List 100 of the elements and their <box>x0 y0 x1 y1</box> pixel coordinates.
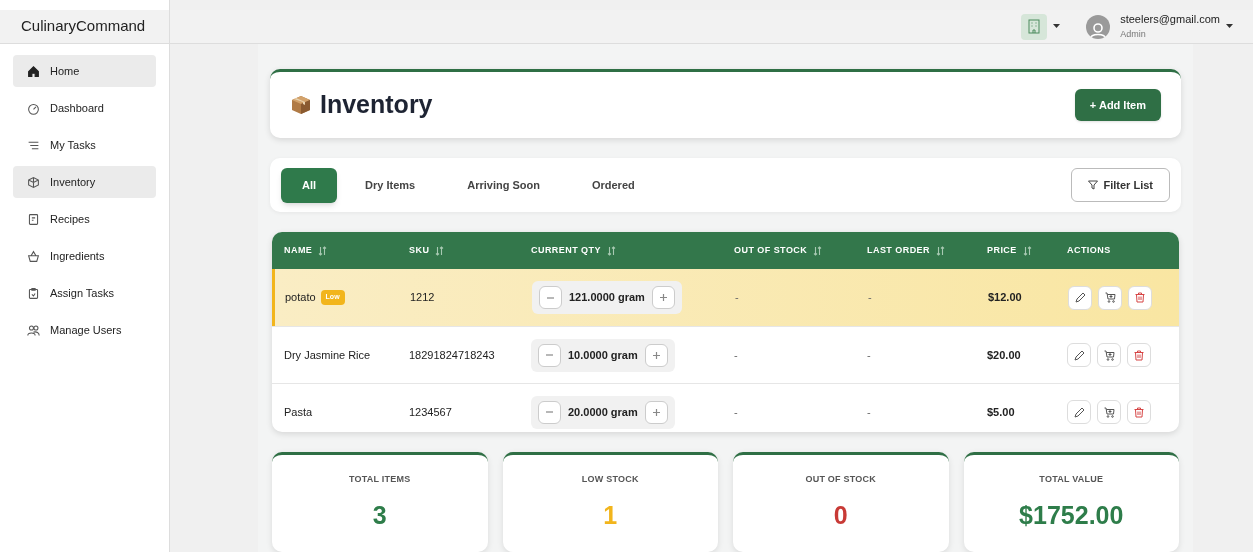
column-header: NAME <box>284 243 313 257</box>
user-role: Admin <box>1120 28 1147 40</box>
page-title: Inventory <box>320 89 433 121</box>
edit-button[interactable] <box>1068 285 1092 310</box>
trash-icon <box>1134 406 1144 418</box>
edit-button[interactable] <box>1067 343 1091 368</box>
table-cell-text: Dry Jasmine Rice <box>284 347 371 363</box>
sidebar-item[interactable]: Recipes <box>13 203 156 235</box>
cart-icon <box>1104 292 1116 304</box>
table-cell-text: $5.00 <box>987 404 1016 420</box>
order-button[interactable] <box>1097 400 1121 425</box>
delete-button[interactable] <box>1128 285 1152 310</box>
users-icon <box>27 323 40 337</box>
home-icon <box>27 64 40 78</box>
quantity-value: 20.0000 gram <box>568 404 638 420</box>
edit-button[interactable] <box>1067 400 1091 425</box>
quantity-value: 121.0000 gram <box>569 290 645 306</box>
building-button[interactable] <box>1021 13 1048 40</box>
sort-icon[interactable] <box>606 245 616 256</box>
stat-label: TOTAL ITEMS <box>349 473 411 486</box>
column-header: LAST ORDER <box>867 243 930 257</box>
sort-icon[interactable] <box>1022 245 1032 256</box>
stat-label: LOW STOCK <box>581 473 639 486</box>
plus-icon <box>659 294 667 302</box>
package-icon <box>290 94 312 117</box>
table-cell-text: potato <box>285 290 316 306</box>
basket-icon <box>27 249 40 263</box>
table-cell-text: $12.00 <box>988 290 1023 306</box>
building-icon <box>1028 19 1041 34</box>
table-cell-text: $20.00 <box>987 347 1022 363</box>
quantity-value: 10.0000 gram <box>568 347 638 363</box>
filter-tab[interactable]: Ordered <box>567 167 659 203</box>
column-header: CURRENT QTY <box>531 243 601 257</box>
sort-icon[interactable] <box>936 245 945 256</box>
trash-icon <box>1135 292 1145 304</box>
stat-label: OUT OF STOCK <box>805 473 876 486</box>
pencil-icon <box>1073 406 1085 418</box>
decrease-button[interactable] <box>538 343 561 367</box>
add-item-button[interactable]: + Add Item <box>1074 89 1161 122</box>
sort-icon[interactable] <box>813 245 823 256</box>
caret-icon[interactable] <box>1053 24 1061 29</box>
table-cell-text: - <box>867 347 872 363</box>
column-header: ACTIONS <box>1067 243 1111 257</box>
trash-icon <box>1134 349 1144 361</box>
order-button[interactable] <box>1098 285 1122 310</box>
pencil-icon <box>1074 292 1086 304</box>
filter-icon <box>1088 180 1099 191</box>
stat-value: 3 <box>372 499 387 531</box>
sidebar-item[interactable]: Assign Tasks <box>13 277 156 309</box>
sidebar-item[interactable]: Home <box>13 55 156 87</box>
stat-value: 1 <box>603 499 618 531</box>
delete-button[interactable] <box>1127 400 1151 425</box>
table-cell-text: - <box>734 404 739 420</box>
delete-button[interactable] <box>1127 343 1151 368</box>
table-cell-text: - <box>734 347 739 363</box>
document-icon <box>27 212 40 226</box>
filter-tab[interactable]: Arriving Soon <box>443 167 564 203</box>
cart-icon <box>1103 349 1115 361</box>
sidebar-item[interactable]: Ingredients <box>13 240 156 272</box>
table-cell-text: 18291824718243 <box>409 347 496 363</box>
gauge-icon <box>27 101 40 115</box>
increase-button[interactable] <box>644 343 668 367</box>
user-email: steelers@gmail.com <box>1120 13 1220 27</box>
table-cell-text: - <box>735 290 740 306</box>
column-header: SKU <box>409 243 430 257</box>
sidebar-item[interactable]: Manage Users <box>13 314 156 346</box>
sort-icon[interactable] <box>318 245 328 256</box>
decrease-button[interactable] <box>538 400 561 424</box>
app-name: CulinaryCommand <box>21 16 146 37</box>
caret-icon[interactable] <box>1226 24 1233 29</box>
order-button[interactable] <box>1097 343 1121 368</box>
increase-button[interactable] <box>651 286 675 310</box>
sidebar-item[interactable]: Dashboard <box>13 92 156 124</box>
cart-icon <box>1103 406 1115 418</box>
table-cell-text: Pasta <box>284 404 313 420</box>
avatar[interactable] <box>1086 14 1111 39</box>
plus-icon <box>652 351 660 359</box>
box-icon <box>27 175 40 189</box>
clipboard-icon <box>27 286 40 300</box>
pencil-icon <box>1073 349 1085 361</box>
stat-value: 0 <box>833 499 848 531</box>
table-cell-text: - <box>868 290 873 306</box>
filter-tab[interactable]: All <box>281 167 338 203</box>
plus-icon <box>652 408 660 416</box>
increase-button[interactable] <box>644 400 668 424</box>
sidebar-item[interactable]: Inventory <box>13 166 156 198</box>
stat-label: TOTAL VALUE <box>1039 473 1104 486</box>
decrease-button[interactable] <box>539 286 562 310</box>
table-cell-text: 1212 <box>410 290 436 306</box>
table-cell-text: - <box>867 404 872 420</box>
minus-icon <box>546 411 553 414</box>
stat-value: $1752.00 <box>1019 499 1124 531</box>
minus-icon <box>547 296 554 299</box>
column-header: PRICE <box>987 243 1017 257</box>
sort-icon[interactable] <box>435 245 445 256</box>
filter-list-button[interactable]: Filter List <box>1071 168 1170 203</box>
sidebar-item[interactable]: My Tasks <box>13 129 156 161</box>
filter-tab[interactable]: Dry Items <box>341 167 440 203</box>
column-header: OUT OF STOCK <box>734 243 808 257</box>
table-cell-text: 1234567 <box>409 404 453 420</box>
